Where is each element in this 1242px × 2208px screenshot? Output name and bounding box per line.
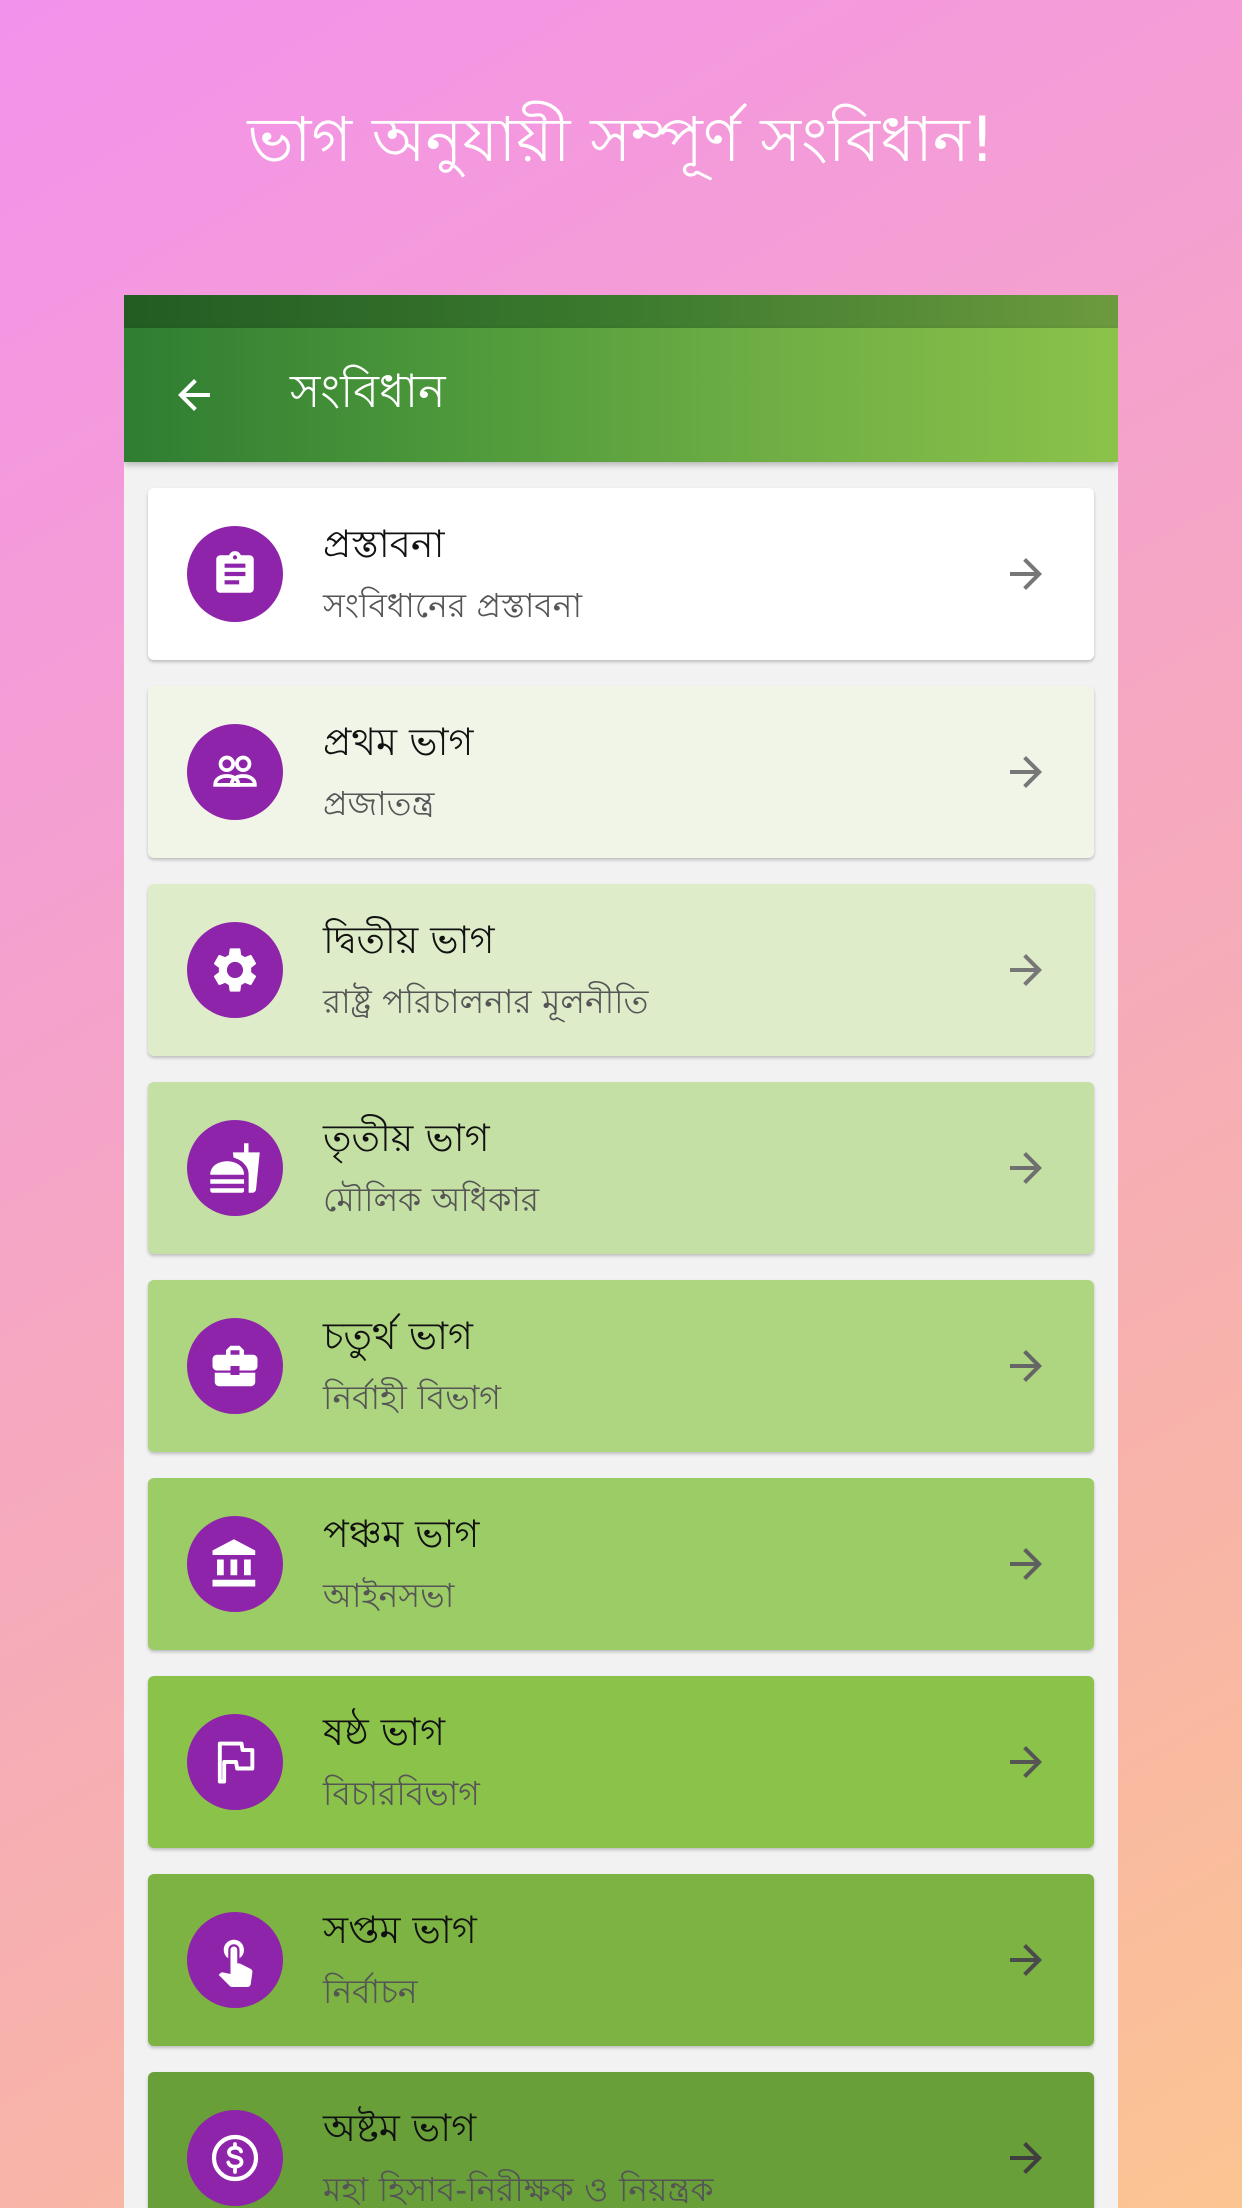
parts-list: প্রস্তাবনা সংবিধানের প্রস্তাবনা প্রথম ভা…	[124, 462, 1118, 2208]
briefcase-icon	[212, 1345, 258, 1387]
list-item[interactable]: চতুর্থ ভাগ নির্বাহী বিভাগ	[148, 1280, 1094, 1452]
item-title: ষষ্ঠ ভাগ	[323, 1710, 446, 1754]
phone-screen: সংবিধান প্রস্তাবনা সংবিধানের প্রস্তাবনা	[124, 295, 1118, 2208]
item-title: তৃতীয় ভাগ	[323, 1116, 490, 1160]
back-button[interactable]	[154, 355, 234, 435]
arrow-right-icon	[996, 1138, 1056, 1198]
list-item[interactable]: ষষ্ঠ ভাগ বিচারবিভাগ	[148, 1676, 1094, 1848]
arrow-left-icon	[178, 379, 210, 411]
arrow-right-icon	[996, 544, 1056, 604]
item-icon-badge	[187, 1516, 283, 1612]
arrow-right-icon	[996, 1732, 1056, 1792]
list-item[interactable]: পঞ্চম ভাগ আইনসভা	[148, 1478, 1094, 1650]
item-subtitle: মহা হিসাব-নিরীক্ষক ও নিয়ন্ত্রক	[323, 2170, 714, 2208]
item-title: চতুর্থ ভাগ	[323, 1314, 473, 1358]
touch-icon	[218, 1939, 253, 1987]
status-bar	[124, 295, 1118, 328]
item-subtitle: নির্বাচন	[323, 1972, 418, 2011]
item-title: অষ্টম ভাগ	[323, 2106, 477, 2150]
item-title: প্রথম ভাগ	[323, 720, 474, 764]
item-subtitle: সংবিধানের প্রস্তাবনা	[323, 586, 583, 625]
people-icon	[213, 755, 257, 787]
list-item[interactable]: সপ্তম ভাগ নির্বাচন	[148, 1874, 1094, 2046]
headline: ভাগ অনুযায়ী সম্পূর্ণ সংবিধান!	[247, 103, 995, 176]
item-title: সপ্তম ভাগ	[323, 1908, 477, 1952]
item-subtitle: বিচারবিভাগ	[323, 1774, 480, 1813]
item-subtitle: আইনসভা	[323, 1576, 455, 1615]
item-title: পঞ্চম ভাগ	[323, 1512, 480, 1556]
arrow-right-icon	[996, 940, 1056, 1000]
app-bar: সংবিধান	[124, 328, 1118, 462]
fastfood-icon	[210, 1143, 260, 1193]
item-icon-badge	[187, 1714, 283, 1810]
item-subtitle: নির্বাহী বিভাগ	[323, 1378, 501, 1417]
item-subtitle: মৌলিক অধিকার	[323, 1180, 540, 1219]
item-icon-badge	[187, 1318, 283, 1414]
arrow-right-icon	[996, 1534, 1056, 1594]
clipboard-icon	[216, 551, 254, 593]
gear-icon	[213, 948, 257, 992]
list-item[interactable]: দ্বিতীয় ভাগ রাষ্ট্র পরিচালনার মূলনীতি	[148, 884, 1094, 1056]
item-subtitle: প্রজাতন্ত্র	[323, 784, 435, 823]
item-icon-badge	[187, 922, 283, 1018]
item-title: প্রস্তাবনা	[323, 522, 445, 566]
page-title: সংবিধান	[290, 364, 446, 418]
list-item[interactable]: অষ্টম ভাগ মহা হিসাব-নিরীক্ষক ও নিয়ন্ত্র…	[148, 2072, 1094, 2208]
dollar-icon	[211, 2134, 259, 2182]
bank-icon	[212, 1539, 256, 1587]
arrow-right-icon	[996, 2128, 1056, 2188]
arrow-right-icon	[996, 1930, 1056, 1990]
item-icon-badge	[187, 1912, 283, 2008]
item-title: দ্বিতীয় ভাগ	[323, 918, 495, 962]
item-subtitle: রাষ্ট্র পরিচালনার মূলনীতি	[323, 982, 649, 1021]
list-item[interactable]: তৃতীয় ভাগ মৌলিক অধিকার	[148, 1082, 1094, 1254]
list-item[interactable]: প্রথম ভাগ প্রজাতন্ত্র	[148, 686, 1094, 858]
item-icon-badge	[187, 2110, 283, 2206]
flag-icon	[217, 1741, 255, 1784]
item-icon-badge	[187, 526, 283, 622]
list-item[interactable]: প্রস্তাবনা সংবিধানের প্রস্তাবনা	[148, 488, 1094, 660]
arrow-right-icon	[996, 1336, 1056, 1396]
item-icon-badge	[187, 724, 283, 820]
item-icon-badge	[187, 1120, 283, 1216]
arrow-right-icon	[996, 742, 1056, 802]
